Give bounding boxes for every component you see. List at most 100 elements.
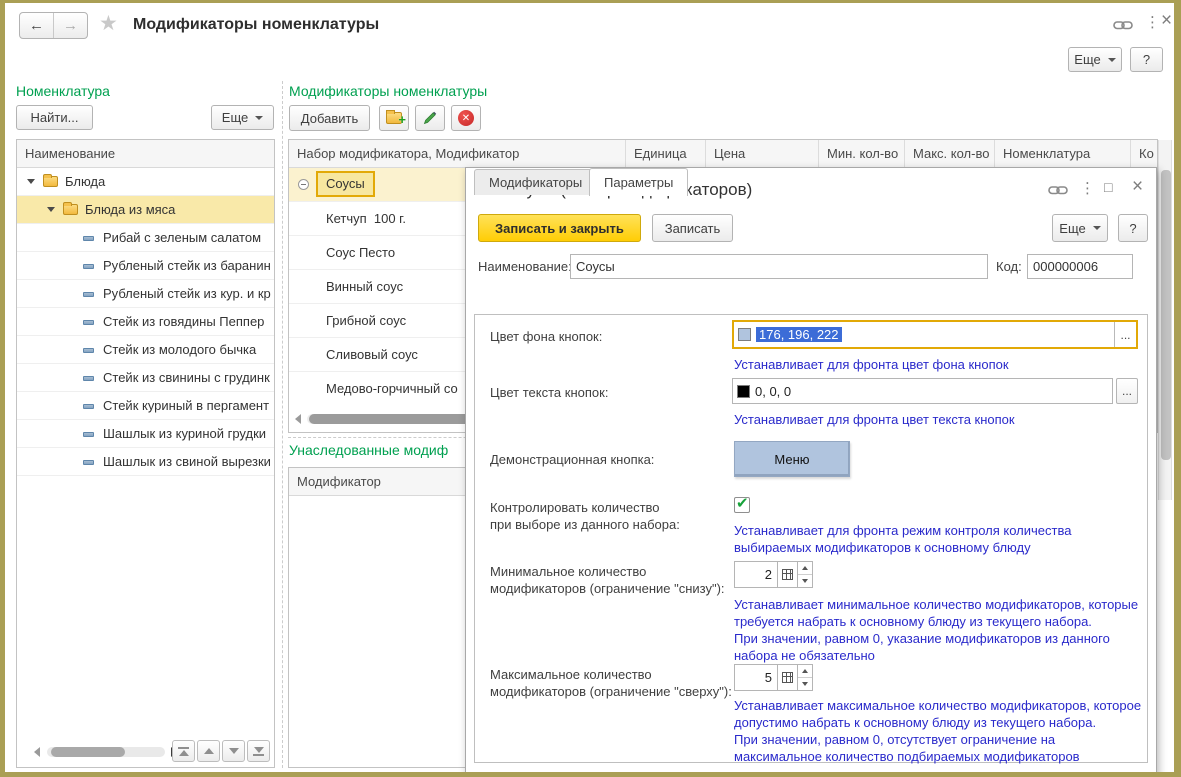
dialog-more-label: Еще xyxy=(1059,221,1085,236)
add-button[interactable]: Добавить xyxy=(289,105,370,131)
column-header-nomenclature[interactable]: Номенклатура xyxy=(995,140,1131,167)
column-header-min[interactable]: Мин. кол-во xyxy=(819,140,905,167)
tree-item[interactable]: Рубленый стейк из кур. и кр xyxy=(17,280,274,308)
form-help-button[interactable]: ? xyxy=(1130,47,1163,72)
column-header-set[interactable]: Набор модификатора, Модификатор xyxy=(289,140,626,167)
modifier-label: Винный соус xyxy=(326,279,403,294)
dialog-link-icon[interactable] xyxy=(1048,183,1068,200)
tree-item[interactable]: Шашлык из куриной грудки xyxy=(17,420,274,448)
tree-item-label: Блюда xyxy=(65,174,105,189)
scroll-left-icon[interactable] xyxy=(34,747,40,757)
name-input[interactable] xyxy=(570,254,988,279)
tree-item[interactable]: Стейк из свинины с грудинк xyxy=(17,364,274,392)
calculator-button[interactable] xyxy=(777,561,798,588)
go-down-button[interactable] xyxy=(222,740,245,762)
tree-item[interactable]: Стейк куриный в пергамент xyxy=(17,392,274,420)
item-icon xyxy=(83,264,94,269)
tab-parameters[interactable]: Параметры xyxy=(589,168,688,196)
delete-icon: ✕ xyxy=(458,110,474,126)
dialog-more-button[interactable]: Еще xyxy=(1052,214,1108,242)
spin-up-button[interactable] xyxy=(798,665,812,678)
tree-item-label: Стейк из говядины Пеппер xyxy=(103,314,264,329)
selected-cell[interactable]: Соусы xyxy=(316,171,375,197)
scrollbar-thumb[interactable] xyxy=(51,747,125,757)
dialog-close-icon[interactable]: × xyxy=(1132,176,1143,198)
text-color-picker-button[interactable]: ... xyxy=(1116,378,1138,404)
code-input[interactable] xyxy=(1027,254,1133,279)
column-header-max[interactable]: Макс. кол-во xyxy=(905,140,995,167)
bg-color-field[interactable]: 176, 196, 222 ... xyxy=(732,320,1138,349)
go-last-icon-triangle xyxy=(254,747,264,753)
window-title: Модификаторы номенклатуры xyxy=(133,16,379,34)
scrollbar-thumb[interactable] xyxy=(1161,170,1171,460)
expander-icon[interactable] xyxy=(27,179,35,184)
tree-item-blyuda[interactable]: Блюда xyxy=(17,168,274,196)
tree-item[interactable]: Шашлык из свиной вырезки xyxy=(17,448,274,476)
column-header-price[interactable]: Цена xyxy=(706,140,819,167)
panel-divider[interactable] xyxy=(282,81,283,768)
text-color-field[interactable]: 0, 0, 0 xyxy=(732,378,1113,404)
collapse-icon[interactable] xyxy=(298,179,309,190)
go-last-icon xyxy=(253,754,264,756)
column-header-clipped[interactable]: Ко xyxy=(1131,140,1157,167)
chevron-down-icon xyxy=(1093,226,1101,230)
go-up-button[interactable] xyxy=(197,740,220,762)
tree-item[interactable]: Рибай с зеленым салатом xyxy=(17,224,274,252)
go-up-icon xyxy=(204,748,214,754)
control-quantity-label: Контролировать количество при выборе из … xyxy=(490,499,680,533)
nomenclature-table-header: Наименование xyxy=(17,140,274,168)
min-quantity-input[interactable]: 2 xyxy=(734,561,777,588)
item-icon xyxy=(83,292,94,297)
column-header-unit[interactable]: Единица xyxy=(626,140,706,167)
scroll-left-icon[interactable] xyxy=(295,414,301,424)
spin-down-button[interactable] xyxy=(798,678,812,690)
modifiers-panel-title: Модификаторы номенклатуры xyxy=(289,83,487,99)
tree-item[interactable]: Стейк из говядины Пеппер xyxy=(17,308,274,336)
tree-item-label: Шашлык из куриной грудки xyxy=(103,426,266,441)
item-icon xyxy=(83,348,94,353)
favorite-star-icon[interactable]: ★ xyxy=(99,11,118,36)
tree-item[interactable]: Рубленый стейк из баранин xyxy=(17,252,274,280)
dialog-help-button[interactable]: ? xyxy=(1118,214,1148,242)
min-quantity-hint: Устанавливает минимальное количество мод… xyxy=(734,596,1138,664)
delete-button[interactable]: ✕ xyxy=(451,105,481,131)
vertical-scrollbar[interactable] xyxy=(1158,140,1172,500)
go-first-button[interactable] xyxy=(172,740,195,762)
nomenclature-more-button[interactable]: Еще xyxy=(211,105,274,130)
dialog-maximize-icon[interactable]: □ xyxy=(1104,179,1112,195)
dialog-menu-dots-icon[interactable]: ⋮ xyxy=(1080,179,1095,197)
horizontal-scrollbar[interactable] xyxy=(47,747,165,757)
menu-dots-icon[interactable]: ⋮ xyxy=(1145,13,1160,31)
tab-modifiers[interactable]: Модификаторы xyxy=(474,169,597,195)
go-last-button[interactable] xyxy=(247,740,270,762)
color-swatch xyxy=(738,328,751,341)
save-button[interactable]: Записать xyxy=(652,214,733,242)
calculator-icon xyxy=(782,672,793,683)
add-group-button[interactable]: + xyxy=(379,105,409,131)
save-and-close-button[interactable]: Записать и закрыть xyxy=(478,214,641,242)
edit-button[interactable] xyxy=(415,105,445,131)
tree-item-blyuda-iz-myasa[interactable]: Блюда из мяса xyxy=(17,196,274,224)
expander-icon[interactable] xyxy=(47,207,55,212)
control-quantity-checkbox[interactable]: ✔ xyxy=(734,497,750,513)
back-button[interactable]: ← xyxy=(20,13,53,38)
link-icon[interactable] xyxy=(1113,18,1133,35)
calculator-button[interactable] xyxy=(777,664,798,691)
close-window-icon[interactable]: × xyxy=(1161,10,1172,32)
item-icon xyxy=(83,376,94,381)
text-color-hint: Устанавливает для фронта цвет текста кно… xyxy=(734,411,1015,428)
parameters-tab-panel: Цвет фона кнопок: 176, 196, 222 ... Уста… xyxy=(474,314,1148,763)
control-quantity-hint: Устанавливает для фронта режим контроля … xyxy=(734,522,1071,556)
spin-up-button[interactable] xyxy=(798,562,812,575)
bg-color-picker-button[interactable]: ... xyxy=(1114,322,1136,347)
find-button[interactable]: Найти... xyxy=(16,105,93,130)
forward-button[interactable]: → xyxy=(54,13,87,38)
spin-down-button[interactable] xyxy=(798,575,812,587)
demo-menu-button[interactable]: Меню xyxy=(734,441,850,477)
form-more-button[interactable]: Еще xyxy=(1068,47,1122,72)
add-group-icon: + xyxy=(386,112,402,124)
column-header-name[interactable]: Наименование xyxy=(17,140,274,167)
tree-item-label: Стейк из свинины с грудинк xyxy=(103,370,270,385)
tree-item[interactable]: Стейк из молодого бычка xyxy=(17,336,274,364)
max-quantity-input[interactable]: 5 xyxy=(734,664,777,691)
